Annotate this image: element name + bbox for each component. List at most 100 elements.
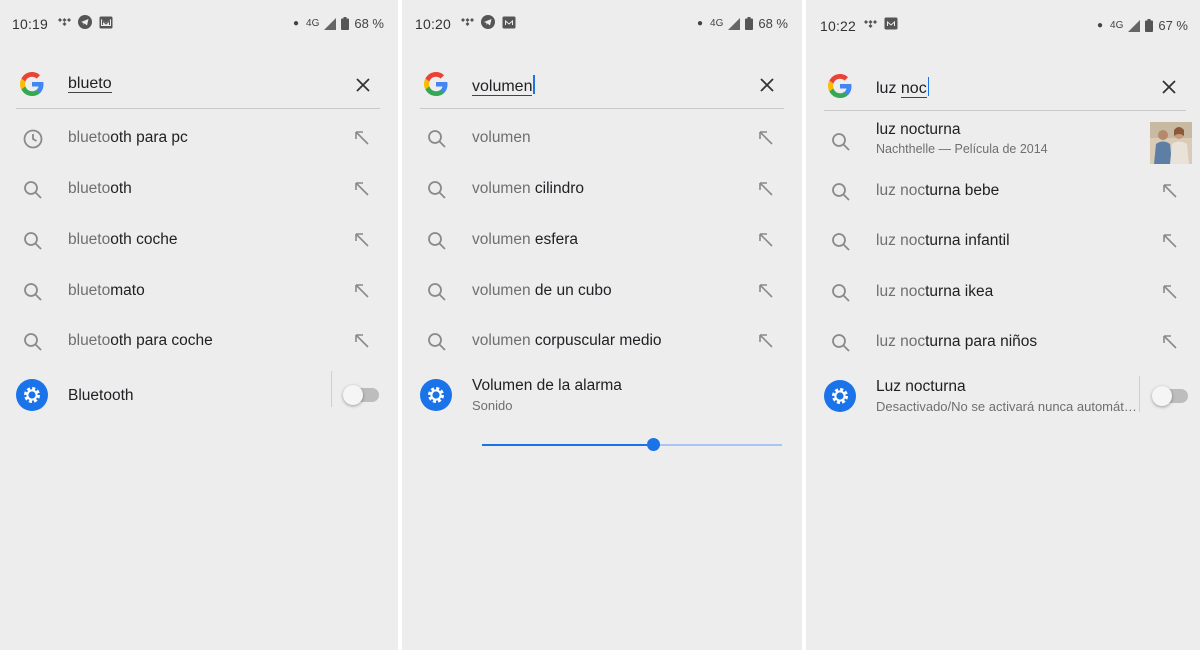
suggestion-row[interactable]: volumen cilindro xyxy=(402,165,802,215)
screen-bluetooth-search: 10:19 ● 4G 68 % blueto bluetooth para pc xyxy=(0,0,398,650)
search-icon xyxy=(428,130,446,148)
suggestion-completion: oth coche xyxy=(110,231,178,248)
tidal-icon xyxy=(461,18,474,26)
suggestion-text: volumen cilindro xyxy=(472,180,584,198)
suggestion-row[interactable]: bluetooth xyxy=(0,165,398,215)
fill-query-arrow-icon[interactable] xyxy=(758,181,774,197)
status-time: 10:20 xyxy=(415,16,452,32)
suggestion-row[interactable]: volumen de un cubo xyxy=(402,267,802,317)
settings-gear-icon xyxy=(16,379,48,411)
close-icon[interactable] xyxy=(1158,76,1180,98)
suggestion-text: luz nocturna infantil xyxy=(876,232,1010,250)
setting-subtitle: Sonido xyxy=(472,398,513,413)
signal-icon xyxy=(1128,19,1141,32)
search-bar[interactable]: luz noc xyxy=(824,64,1186,111)
fill-query-arrow-icon[interactable] xyxy=(354,283,370,299)
suggestion-typed-part: volumen xyxy=(472,282,531,299)
alarm-volume-slider[interactable] xyxy=(482,438,782,464)
search-query-text: blueto xyxy=(68,75,112,93)
suggestion-row[interactable]: volumen esfera xyxy=(402,216,802,266)
fill-query-arrow-icon[interactable] xyxy=(1162,183,1178,199)
fill-query-arrow-icon[interactable] xyxy=(1162,334,1178,350)
suggestion-row[interactable]: bluetooth para pc xyxy=(0,114,398,164)
suggestion-row[interactable]: bluetooth para coche xyxy=(0,317,398,367)
fill-query-arrow-icon[interactable] xyxy=(1162,233,1178,249)
close-icon[interactable] xyxy=(352,74,374,96)
bluetooth-toggle[interactable] xyxy=(343,385,379,405)
suggestion-typed-part: blueto xyxy=(68,231,111,248)
notification-dot-icon: ● xyxy=(696,18,704,29)
fill-query-arrow-icon[interactable] xyxy=(758,130,774,146)
suggestion-text: volumen de un cubo xyxy=(472,282,612,300)
network-type: 4G xyxy=(1110,20,1124,31)
suggestion-typed-part: blueto xyxy=(68,180,111,197)
suggestion-row[interactable]: luz nocturna infantil xyxy=(806,217,1200,267)
notification-dot-icon: ● xyxy=(292,18,300,29)
fill-query-arrow-icon[interactable] xyxy=(758,333,774,349)
search-icon xyxy=(24,333,42,351)
signal-icon xyxy=(324,17,337,30)
settings-gear-icon xyxy=(420,379,452,411)
suggestion-row[interactable]: luz nocturna ikea xyxy=(806,268,1200,318)
fill-query-arrow-icon[interactable] xyxy=(758,283,774,299)
toggle-knob xyxy=(343,385,363,405)
suggestion-row[interactable]: volumen corpuscular medio xyxy=(402,317,802,367)
settings-result-alarm-volume[interactable]: Volumen de la alarma Sonido xyxy=(402,367,802,423)
search-icon xyxy=(428,333,446,351)
rich-result-row[interactable]: luz nocturna Nachthelle — Película de 20… xyxy=(806,114,1200,170)
google-g-icon xyxy=(20,72,44,96)
telegram-icon xyxy=(481,15,495,29)
suggestion-row[interactable]: bluetooth coche xyxy=(0,216,398,266)
search-icon xyxy=(428,232,446,250)
suggestion-row[interactable]: volumen xyxy=(402,114,802,164)
search-input[interactable]: luz noc xyxy=(876,77,930,98)
search-query-text: noc xyxy=(900,80,927,98)
search-input[interactable]: blueto xyxy=(68,75,112,93)
search-query-text: volumen xyxy=(472,78,533,96)
suggestion-typed-part: volumen xyxy=(472,231,531,248)
search-bar[interactable]: blueto xyxy=(16,62,380,109)
fill-query-arrow-icon[interactable] xyxy=(354,232,370,248)
status-bar: 10:20 ● 4G 68 % xyxy=(402,0,802,48)
fill-query-arrow-icon[interactable] xyxy=(354,181,370,197)
suggestion-typed-part: volumen xyxy=(472,332,531,349)
setting-subtitle: Desactivado/No se activará nunca automát… xyxy=(876,399,1138,414)
settings-result-night-light[interactable]: Luz nocturna Desactivado/No se activará … xyxy=(806,368,1200,424)
night-light-toggle[interactable] xyxy=(1152,386,1188,406)
status-time: 10:22 xyxy=(820,18,857,34)
setting-title: Volumen de la alarma xyxy=(472,377,622,394)
fill-query-arrow-icon[interactable] xyxy=(354,333,370,349)
search-icon xyxy=(832,133,850,151)
suggestion-row[interactable]: luz nocturna para niños xyxy=(806,318,1200,368)
close-icon[interactable] xyxy=(756,74,778,96)
fill-query-arrow-icon[interactable] xyxy=(1162,284,1178,300)
suggestion-typed-part: luz noc xyxy=(876,333,926,350)
suggestion-row[interactable]: bluetomato xyxy=(0,267,398,317)
suggestion-completion: turna infantil xyxy=(925,232,1010,249)
search-icon xyxy=(428,283,446,301)
search-icon xyxy=(832,183,850,201)
divider xyxy=(331,371,332,407)
search-bar[interactable]: volumen xyxy=(420,62,784,109)
suggestion-row[interactable]: luz nocturna bebe xyxy=(806,167,1200,217)
status-bar: 10:19 ● 4G 68 % xyxy=(0,0,398,48)
battery-percent: 68 % xyxy=(354,16,384,31)
suggestion-completion: cilindro xyxy=(530,180,585,197)
suggestion-completion: oth xyxy=(110,180,132,197)
suggestion-completion: turna ikea xyxy=(925,283,994,300)
search-input[interactable]: volumen xyxy=(472,75,535,96)
suggestion-text: bluetooth xyxy=(68,180,132,198)
suggestion-typed-part: blueto xyxy=(68,332,111,349)
slider-thumb[interactable] xyxy=(647,438,660,451)
fill-query-arrow-icon[interactable] xyxy=(758,232,774,248)
google-g-icon xyxy=(424,72,448,96)
status-bar: 10:22 ● 4G 67 % xyxy=(806,0,1200,48)
fill-query-arrow-icon[interactable] xyxy=(354,130,370,146)
suggestion-completion: turna para niños xyxy=(925,333,1038,350)
notification-dot-icon: ● xyxy=(1096,20,1104,31)
battery-percent: 67 % xyxy=(1158,18,1188,33)
network-type: 4G xyxy=(710,18,724,29)
settings-result-bluetooth[interactable]: Bluetooth xyxy=(0,367,398,423)
suggestion-text: bluetooth para coche xyxy=(68,332,213,350)
suggestion-text: luz nocturna bebe xyxy=(876,182,999,200)
